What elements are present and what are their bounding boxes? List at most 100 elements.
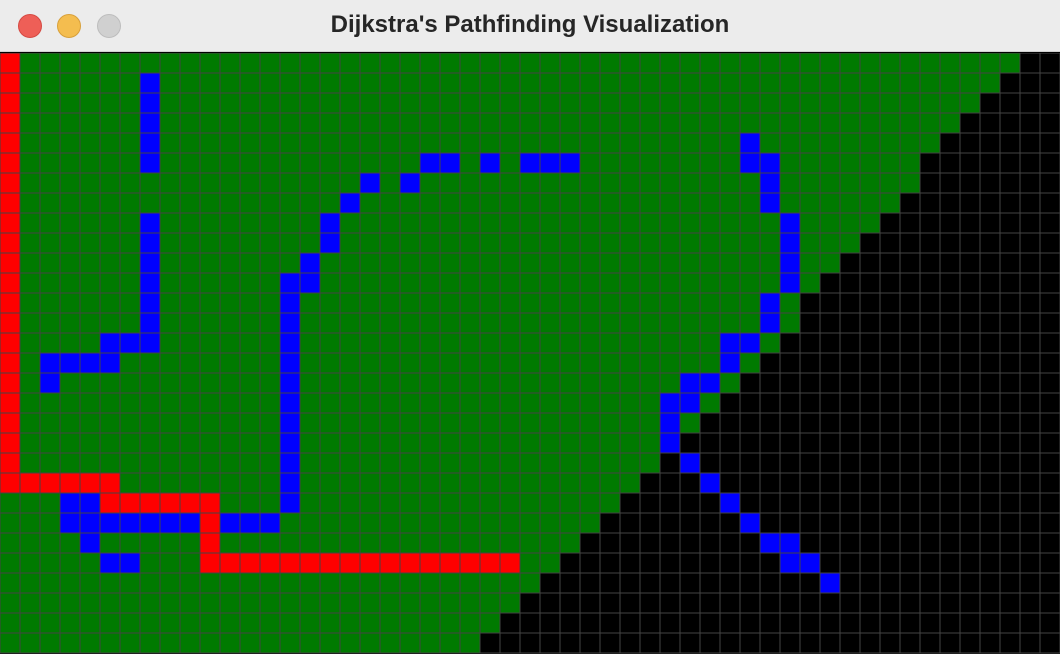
grid-cell-visited[interactable] (579, 372, 601, 394)
grid-cell-visited[interactable] (99, 572, 121, 594)
grid-cell-visited[interactable] (719, 152, 741, 174)
grid-cell-unvisited[interactable] (759, 572, 781, 594)
grid-cell-path[interactable] (0, 252, 21, 274)
grid-cell-visited[interactable] (419, 132, 441, 154)
grid-cell-path[interactable] (19, 472, 41, 494)
grid-cell-wall[interactable] (759, 172, 781, 194)
grid-cell-visited[interactable] (399, 572, 421, 594)
grid-cell-unvisited[interactable] (899, 492, 921, 514)
grid-cell-path[interactable] (319, 552, 341, 574)
grid-cell-unvisited[interactable] (879, 312, 901, 334)
grid-cell-visited[interactable] (59, 632, 81, 654)
grid-cell-unvisited[interactable] (979, 452, 1001, 474)
grid-cell-visited[interactable] (319, 372, 341, 394)
grid-cell-visited[interactable] (179, 572, 201, 594)
grid-cell-visited[interactable] (179, 112, 201, 134)
grid-cell-visited[interactable] (79, 312, 101, 334)
grid-cell-visited[interactable] (259, 192, 281, 214)
grid-cell-wall[interactable] (279, 412, 301, 434)
grid-cell-visited[interactable] (59, 292, 81, 314)
grid-cell-visited[interactable] (99, 232, 121, 254)
grid-cell-visited[interactable] (459, 392, 481, 414)
grid-cell-visited[interactable] (19, 232, 41, 254)
grid-cell-path[interactable] (0, 212, 21, 234)
grid-cell-unvisited[interactable] (999, 452, 1021, 474)
grid-cell-visited[interactable] (59, 272, 81, 294)
grid-cell-visited[interactable] (439, 212, 461, 234)
grid-cell-visited[interactable] (119, 432, 141, 454)
grid-cell-wall[interactable] (279, 472, 301, 494)
grid-cell-unvisited[interactable] (619, 632, 641, 654)
grid-cell-visited[interactable] (499, 272, 521, 294)
grid-cell-visited[interactable] (39, 492, 61, 514)
grid-cell-unvisited[interactable] (999, 612, 1021, 634)
grid-cell-unvisited[interactable] (979, 192, 1001, 214)
grid-cell-visited[interactable] (619, 212, 641, 234)
grid-cell-visited[interactable] (719, 252, 741, 274)
grid-cell-visited[interactable] (579, 512, 601, 534)
grid-cell-visited[interactable] (879, 192, 901, 214)
grid-cell-visited[interactable] (399, 492, 421, 514)
grid-cell-visited[interactable] (419, 392, 441, 414)
grid-cell-path[interactable] (179, 492, 201, 514)
grid-cell-unvisited[interactable] (839, 272, 861, 294)
grid-cell-visited[interactable] (179, 472, 201, 494)
grid-cell-wall[interactable] (719, 352, 741, 374)
grid-cell-visited[interactable] (759, 272, 781, 294)
grid-cell-visited[interactable] (119, 372, 141, 394)
grid-cell-visited[interactable] (859, 72, 881, 94)
grid-cell-visited[interactable] (259, 632, 281, 654)
grid-cell-visited[interactable] (339, 53, 361, 74)
grid-cell-visited[interactable] (519, 72, 541, 94)
grid-cell-visited[interactable] (99, 72, 121, 94)
grid-cell-visited[interactable] (259, 92, 281, 114)
grid-cell-visited[interactable] (159, 72, 181, 94)
grid-cell-visited[interactable] (399, 472, 421, 494)
grid-cell-visited[interactable] (139, 472, 161, 494)
grid-cell-visited[interactable] (79, 72, 101, 94)
grid-cell-unvisited[interactable] (1039, 172, 1060, 194)
grid-cell-unvisited[interactable] (999, 492, 1021, 514)
grid-cell-visited[interactable] (179, 252, 201, 274)
grid-cell-visited[interactable] (219, 352, 241, 374)
grid-cell-visited[interactable] (719, 192, 741, 214)
grid-cell-visited[interactable] (179, 292, 201, 314)
grid-cell-unvisited[interactable] (979, 272, 1001, 294)
grid-cell-visited[interactable] (759, 132, 781, 154)
grid-cell-unvisited[interactable] (939, 332, 961, 354)
grid-cell-visited[interactable] (339, 332, 361, 354)
grid-cell-visited[interactable] (439, 72, 461, 94)
grid-cell-unvisited[interactable] (959, 452, 981, 474)
grid-cell-unvisited[interactable] (1039, 212, 1060, 234)
grid-cell-visited[interactable] (99, 392, 121, 414)
grid-cell-visited[interactable] (419, 452, 441, 474)
grid-cell-unvisited[interactable] (859, 612, 881, 634)
grid-cell-visited[interactable] (119, 172, 141, 194)
grid-cell-unvisited[interactable] (819, 372, 841, 394)
grid-cell-visited[interactable] (419, 72, 441, 94)
grid-cell-visited[interactable] (699, 332, 721, 354)
grid-cell-wall[interactable] (59, 492, 81, 514)
grid-cell-visited[interactable] (379, 392, 401, 414)
grid-cell-unvisited[interactable] (899, 612, 921, 634)
grid-cell-visited[interactable] (719, 72, 741, 94)
grid-cell-visited[interactable] (659, 372, 681, 394)
grid-cell-visited[interactable] (479, 272, 501, 294)
grid-cell-visited[interactable] (419, 472, 441, 494)
grid-cell-visited[interactable] (619, 172, 641, 194)
grid-cell-visited[interactable] (519, 432, 541, 454)
grid-cell-visited[interactable] (59, 112, 81, 134)
grid-cell-unvisited[interactable] (699, 532, 721, 554)
grid-cell-visited[interactable] (59, 552, 81, 574)
grid-cell-visited[interactable] (619, 92, 641, 114)
grid-cell-unvisited[interactable] (939, 312, 961, 334)
grid-cell-unvisited[interactable] (639, 552, 661, 574)
grid-cell-visited[interactable] (119, 132, 141, 154)
grid-cell-unvisited[interactable] (779, 352, 801, 374)
grid-cell-unvisited[interactable] (839, 572, 861, 594)
grid-cell-visited[interactable] (599, 492, 621, 514)
grid-cell-visited[interactable] (319, 612, 341, 634)
grid-cell-unvisited[interactable] (799, 492, 821, 514)
grid-cell-visited[interactable] (759, 212, 781, 234)
grid-cell-visited[interactable] (319, 592, 341, 614)
